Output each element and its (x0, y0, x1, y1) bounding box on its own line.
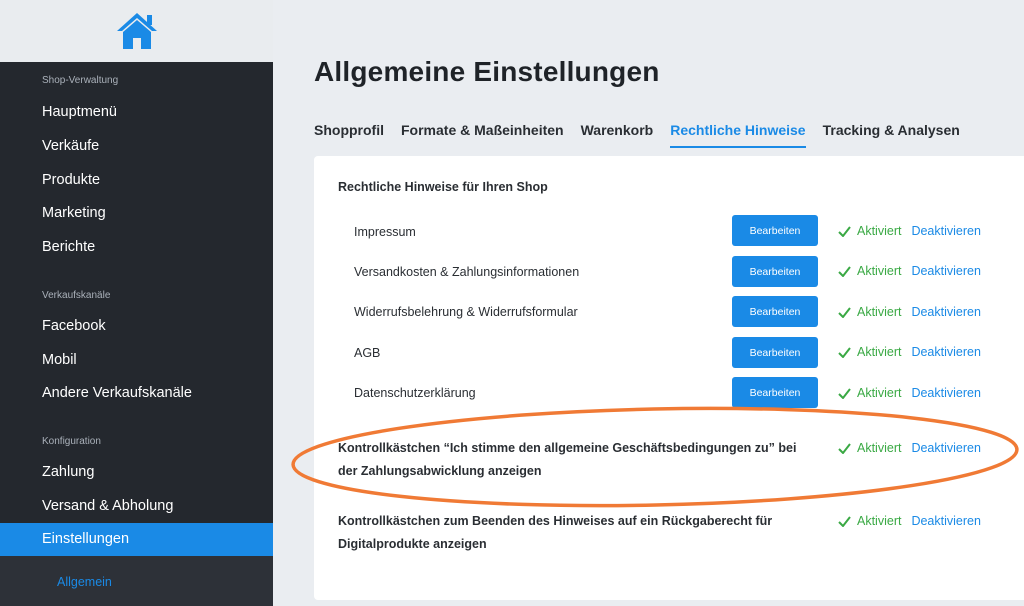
page-title: Allgemeine Einstellungen (314, 56, 660, 87)
sidebar-item-zahlung[interactable]: Zahlung (0, 457, 273, 487)
sidebar-subitem-allgemein[interactable]: Allgemein (57, 575, 112, 589)
logo[interactable] (0, 0, 273, 62)
edit-button-agb[interactable]: Bearbeiten (732, 337, 818, 368)
check-icon (838, 515, 851, 527)
check-icon (838, 442, 851, 454)
status-versandkosten: Aktiviert Deaktivieren (838, 264, 981, 278)
edit-button-versandkosten[interactable]: Bearbeiten (732, 256, 818, 287)
edit-button-impressum[interactable]: Bearbeiten (732, 215, 818, 246)
sidebar-item-hauptmenue[interactable]: Hauptmenü (0, 97, 273, 127)
tab-tracking[interactable]: Tracking & Analysen (823, 120, 960, 148)
deactivate-link-digital-return[interactable]: Deaktivieren (911, 514, 980, 528)
sidebar-item-verkaeufe[interactable]: Verkäufe (0, 131, 273, 161)
card-heading: Rechtliche Hinweise für Ihren Shop (338, 180, 548, 194)
deactivate-link-agb[interactable]: Deaktivieren (911, 345, 980, 359)
check-icon (838, 306, 851, 318)
tab-warenkorb[interactable]: Warenkorb (581, 120, 654, 148)
home-icon (116, 13, 157, 49)
deactivate-link-widerruf[interactable]: Deaktivieren (911, 305, 980, 319)
sidebar-item-mobil[interactable]: Mobil (0, 345, 273, 375)
sidebar-section-channels: Verkaufskanäle (42, 290, 111, 301)
status-active-text: Aktiviert (857, 224, 902, 238)
sidebar-item-andere-verkaufskanaele[interactable]: Andere Verkaufskanäle (0, 378, 273, 408)
sidebar-subnav (0, 556, 273, 606)
tab-bar: Shopprofil Formate & Maßeinheiten Warenk… (314, 120, 977, 148)
sidebar-item-marketing[interactable]: Marketing (0, 198, 273, 228)
sidebar: Shop-Verwaltung Hauptmenü Verkäufe Produ… (0, 0, 273, 606)
status-agb-consent: Aktiviert Deaktivieren (838, 441, 981, 455)
tab-rechtliche-hinweise[interactable]: Rechtliche Hinweise (670, 120, 806, 148)
status-active-text: Aktiviert (857, 441, 902, 455)
legal-notices-card: Rechtliche Hinweise für Ihren Shop Impre… (314, 156, 1024, 600)
tab-formate[interactable]: Formate & Maßeinheiten (401, 120, 564, 148)
status-widerruf: Aktiviert Deaktivieren (838, 305, 981, 319)
row-label-widerruf: Widerrufsbelehrung & Widerrufsformular (354, 305, 578, 319)
sidebar-item-berichte[interactable]: Berichte (0, 232, 273, 262)
status-digital-return: Aktiviert Deaktivieren (838, 514, 981, 528)
check-icon (838, 346, 851, 358)
status-active-text: Aktiviert (857, 264, 902, 278)
check-icon (838, 387, 851, 399)
tab-shopprofil[interactable]: Shopprofil (314, 120, 384, 148)
checkbox-option-digital-return: Kontrollkästchen zum Beenden des Hinweis… (338, 514, 773, 551)
row-label-impressum: Impressum (354, 225, 416, 239)
status-datenschutz: Aktiviert Deaktivieren (838, 386, 981, 400)
sidebar-section-shop: Shop-Verwaltung (42, 75, 119, 86)
check-icon (838, 225, 851, 237)
sidebar-item-produkte[interactable]: Produkte (0, 165, 273, 195)
status-active-text: Aktiviert (857, 514, 902, 528)
row-label-agb: AGB (354, 346, 381, 360)
sidebar-item-facebook[interactable]: Facebook (0, 311, 273, 341)
checkbox-option-agb-consent: Kontrollkästchen “Ich stimme den allgeme… (338, 441, 797, 478)
sidebar-item-versand[interactable]: Versand & Abholung (0, 491, 273, 521)
deactivate-link-versandkosten[interactable]: Deaktivieren (911, 264, 980, 278)
check-icon (838, 265, 851, 277)
deactivate-link-datenschutz[interactable]: Deaktivieren (911, 386, 980, 400)
row-label-versandkosten: Versandkosten & Zahlungsinformationen (354, 265, 580, 279)
status-impressum: Aktiviert Deaktivieren (838, 224, 981, 238)
status-agb: Aktiviert Deaktivieren (838, 345, 981, 359)
status-active-text: Aktiviert (857, 386, 902, 400)
status-active-text: Aktiviert (857, 305, 902, 319)
deactivate-link-agb-consent[interactable]: Deaktivieren (911, 441, 980, 455)
edit-button-datenschutz[interactable]: Bearbeiten (732, 377, 818, 408)
deactivate-link-impressum[interactable]: Deaktivieren (911, 224, 980, 238)
status-active-text: Aktiviert (857, 345, 902, 359)
edit-button-widerruf[interactable]: Bearbeiten (732, 296, 818, 327)
sidebar-section-config: Konfiguration (42, 436, 101, 447)
row-label-datenschutz: Datenschutzerklärung (354, 386, 476, 400)
sidebar-item-einstellungen[interactable]: Einstellungen (0, 523, 273, 556)
